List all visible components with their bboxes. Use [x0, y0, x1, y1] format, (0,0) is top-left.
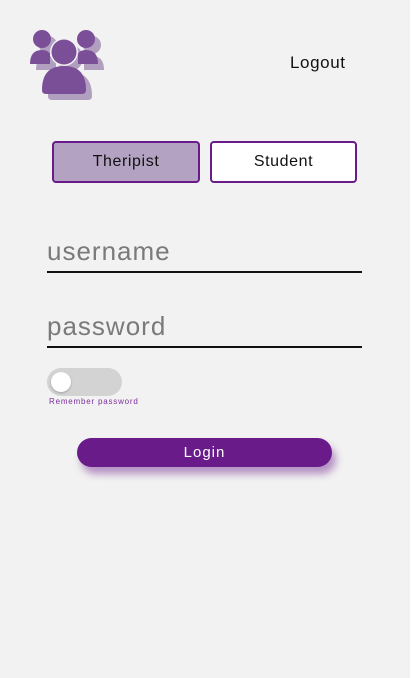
username-input[interactable]	[47, 231, 362, 273]
users-group-icon	[28, 28, 108, 104]
therapist-role-button[interactable]: Theripist	[52, 141, 200, 183]
remember-password-toggle[interactable]	[47, 368, 122, 396]
password-input[interactable]	[47, 306, 362, 348]
remember-password-label: Remember password	[49, 397, 139, 406]
student-role-button[interactable]: Student	[210, 141, 357, 183]
login-button[interactable]: Login	[77, 438, 332, 467]
logout-link[interactable]: Logout	[290, 53, 346, 73]
toggle-knob	[51, 372, 71, 392]
